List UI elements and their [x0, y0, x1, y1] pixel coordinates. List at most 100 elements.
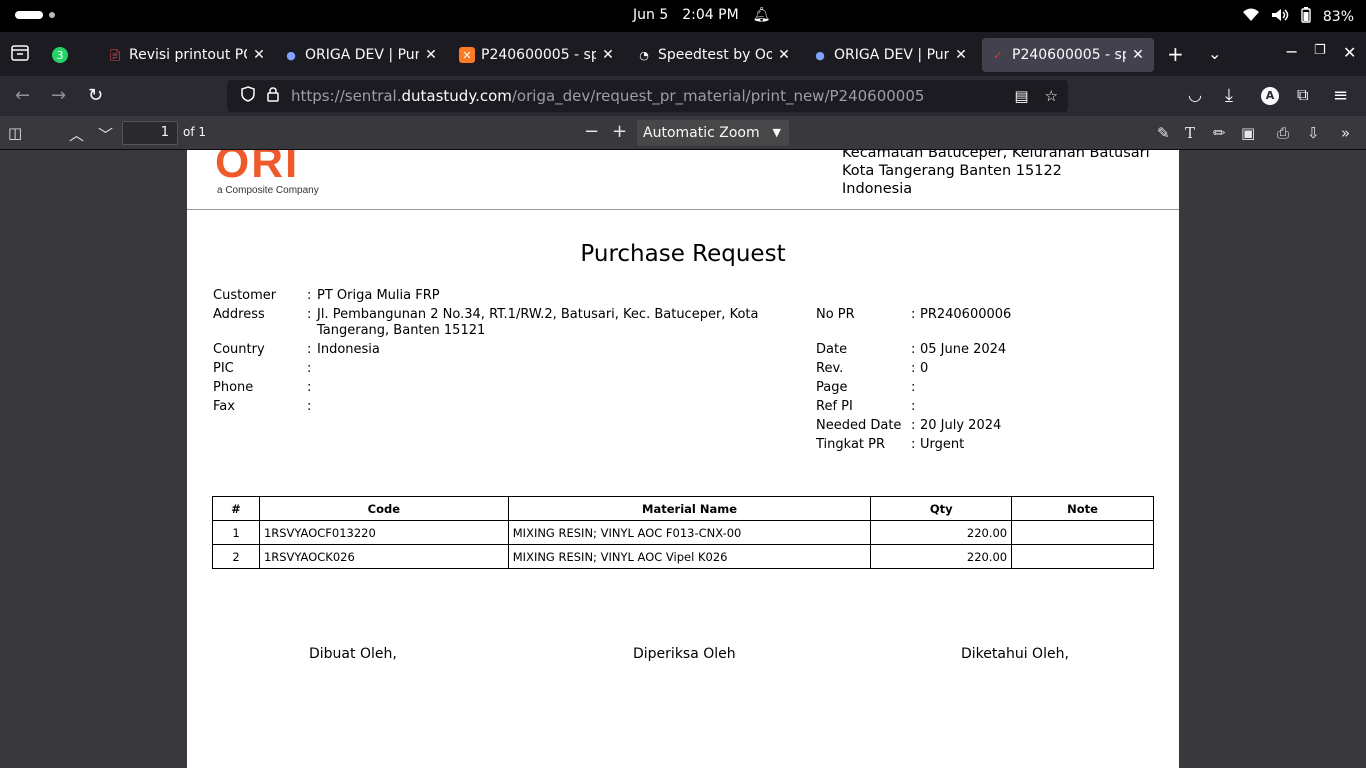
forward-arrow-icon[interactable]: →: [51, 85, 66, 106]
field-label: Phone: [213, 380, 254, 395]
field-label: PIC: [213, 361, 234, 376]
company-logo: ORI: [215, 150, 300, 187]
volume-icon: [1271, 8, 1289, 26]
zoom-in-icon[interactable]: +: [612, 121, 627, 142]
close-icon[interactable]: ✕: [423, 47, 439, 63]
needed-date-value: 20 July 2024: [920, 418, 1002, 433]
close-window-icon[interactable]: ✕: [1343, 43, 1356, 62]
text-icon[interactable]: T: [1185, 124, 1195, 142]
previous-page-icon[interactable]: ︿: [69, 124, 84, 145]
close-icon[interactable]: ✕: [776, 47, 792, 63]
print-icon[interactable]: ⎙: [1277, 124, 1289, 142]
wifi-icon: [1242, 8, 1259, 26]
rev-value: 0: [920, 361, 929, 376]
firefox-view-icon[interactable]: [11, 45, 29, 65]
reload-icon[interactable]: ↻: [88, 85, 103, 106]
address-value: Jl. Pembangunan 2 No.34, RT.1/RW.2, Batu…: [317, 307, 759, 322]
material-code: 1RSVYAOCF013220: [258, 520, 509, 545]
draw-icon[interactable]: ✏︎: [1213, 124, 1226, 142]
lock-icon[interactable]: [263, 86, 283, 106]
date-value: 05 June 2024: [920, 342, 1007, 357]
field-label: Address: [213, 307, 265, 322]
close-icon[interactable]: ✕: [251, 47, 267, 63]
table-header-row: # Code Material Name Qty Note: [212, 496, 1154, 521]
zoom-select[interactable]: Automatic Zoom ▼: [637, 120, 789, 146]
header-divider: [187, 209, 1179, 210]
battery-percent: 83%: [1322, 9, 1354, 25]
tab-title: ORIGA DEV | Purch: [834, 47, 949, 63]
back-arrow-icon[interactable]: ←: [15, 85, 30, 106]
image-icon[interactable]: ▣: [1241, 124, 1255, 142]
field-label: Customer: [213, 288, 277, 303]
signature-checked-by: Diperiksa Oleh: [633, 646, 736, 662]
field-label: Country: [213, 342, 265, 357]
list-all-tabs-chevron-down-icon[interactable]: ⌄: [1208, 44, 1221, 63]
tab-title: Revisi printout PO: [129, 47, 247, 63]
quantity: 220.00: [870, 520, 1013, 545]
field-label: No PR: [816, 307, 855, 322]
signature-created-by: Dibuat Oleh,: [309, 646, 397, 662]
url-domain: dutastudy.com: [401, 87, 512, 105]
field-label: Date: [816, 342, 848, 357]
tab-title: P240600005 - spk: [1012, 47, 1126, 63]
column-header: Note: [1011, 496, 1154, 521]
time-label: 2:04 PM: [682, 7, 739, 23]
shield-icon[interactable]: [233, 86, 263, 106]
tab-revisi-printout[interactable]: 📄︎ Revisi printout PO ✕: [107, 38, 267, 72]
reader-view-icon[interactable]: ▤: [1014, 87, 1028, 105]
url-prefix: https://sentral.: [291, 87, 402, 105]
system-tray[interactable]: 83%: [1242, 7, 1354, 27]
tab-spk-1[interactable]: ✕ P240600005 - spk ✕: [459, 38, 616, 72]
tab-title: Speedtest by Ookla: [658, 47, 772, 63]
url-text[interactable]: https://sentral.dutastudy.com/origa_dev/…: [291, 87, 1014, 105]
column-header: Code: [258, 496, 509, 521]
restore-icon[interactable]: ❐: [1314, 43, 1326, 58]
document-icon: 📄︎: [108, 48, 122, 62]
tools-chevron-icon[interactable]: »: [1341, 124, 1350, 142]
chevron-down-icon: ▼: [772, 126, 781, 139]
account-icon[interactable]: A: [1261, 87, 1279, 105]
tab-title: ORIGA DEV | Purch: [305, 47, 419, 63]
note: [1011, 544, 1154, 569]
menu-hamburger-icon[interactable]: ≡: [1333, 85, 1348, 106]
close-icon[interactable]: ✕: [600, 47, 616, 63]
workspace-dot: [49, 12, 55, 18]
downloads-icon[interactable]: ⤓: [1225, 85, 1233, 106]
tab-whatsapp[interactable]: 3: [52, 38, 82, 72]
url-bar[interactable]: https://sentral.dutastudy.com/origa_dev/…: [227, 80, 1068, 112]
tab-spk-active[interactable]: ✓ P240600005 - spk ✕: [982, 38, 1154, 72]
new-tab-icon[interactable]: +: [1167, 42, 1184, 66]
close-icon[interactable]: ✕: [1130, 47, 1146, 63]
tab-origa-dev-1[interactable]: ● ORIGA DEV | Purch ✕: [283, 38, 439, 72]
company-address: Kecamatan Batuceper, Kelurahan Batusari …: [842, 150, 1150, 198]
tab-speedtest[interactable]: ◔ Speedtest by Ookla ✕: [636, 38, 792, 72]
activities-indicator[interactable]: [15, 11, 55, 19]
table-row: 2 1RSVYAOCK026 MIXING RESIN; VINYL AOC V…: [212, 544, 1154, 569]
minimize-icon[interactable]: −: [1285, 42, 1298, 61]
page-number-input[interactable]: 1: [122, 121, 178, 145]
tab-origa-dev-2[interactable]: ● ORIGA DEV | Purch ✕: [812, 38, 969, 72]
document-title: Purchase Request: [580, 241, 786, 267]
extensions-icon[interactable]: ⧉: [1297, 85, 1308, 105]
address-value-line2: Tangerang, Banten 15121: [317, 323, 486, 338]
bookmark-star-icon[interactable]: ☆: [1045, 87, 1058, 105]
navigation-bar: ← → ↻ https://sentral.dutastudy.com/orig…: [0, 76, 1366, 116]
next-page-icon[interactable]: ﹀: [98, 124, 113, 145]
clock[interactable]: Jun 5 2:04 PM 🔔︎: [633, 7, 770, 23]
material-name: MIXING RESIN; VINYL AOC Vipel K026: [507, 544, 872, 569]
sidebar-toggle-icon[interactable]: ◫: [8, 124, 22, 142]
close-icon[interactable]: ✕: [953, 47, 969, 63]
pdf-viewer[interactable]: ORI a Composite Company Kecamatan Batuce…: [0, 150, 1366, 768]
pr-info: No PR: PR240600006 Date:05 June 2024 Rev.…: [816, 307, 1012, 452]
material-code: 1RSVYAOCK026: [258, 544, 509, 569]
battery-icon: [1301, 7, 1311, 27]
address-line: Indonesia: [842, 181, 913, 197]
save-icon[interactable]: ⇩: [1307, 124, 1320, 142]
notification-bell-icon: 🔔︎: [752, 7, 771, 23]
zoom-out-icon[interactable]: −: [584, 121, 599, 142]
highlight-icon[interactable]: ✎: [1157, 124, 1170, 142]
no-pr-value: PR240600006: [920, 307, 1012, 322]
xampp-icon: ✕: [459, 47, 475, 63]
pocket-icon[interactable]: ◡: [1188, 85, 1202, 104]
pdf-toolbar: ◫ ︿ ﹀ 1 of 1 − + Automatic Zoom ▼ ✎ T ✏︎…: [0, 116, 1366, 150]
